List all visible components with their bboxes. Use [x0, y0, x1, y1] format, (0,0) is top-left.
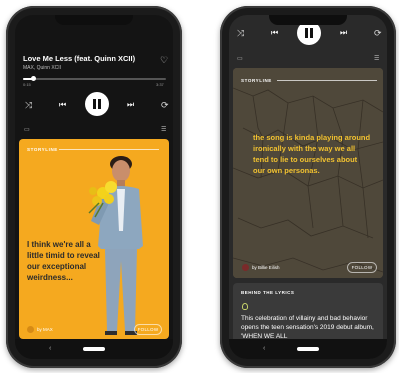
- track-artist: MAX, Quinn XCII: [23, 65, 62, 71]
- artist-avatar: [27, 326, 34, 333]
- repeat-icon[interactable]: ⟳: [374, 29, 382, 38]
- follow-button[interactable]: FOLLOW: [347, 262, 377, 273]
- progress-bar[interactable]: [23, 76, 166, 81]
- shuffle-icon[interactable]: ⤨: [237, 29, 244, 38]
- home-indicator[interactable]: [83, 347, 105, 351]
- next-icon[interactable]: ⏭: [127, 101, 134, 109]
- progress-handle[interactable]: [31, 76, 36, 81]
- behind-lyrics-label: BEHIND THE LYRICS: [241, 290, 295, 295]
- notch: [55, 15, 133, 25]
- previous-icon[interactable]: ⏮: [271, 29, 278, 37]
- pause-icon: [93, 99, 96, 109]
- nav-bar: ‹: [229, 339, 387, 359]
- time-total: 3:37: [156, 82, 164, 87]
- lightbulb-icon: [242, 303, 248, 310]
- phone-right: ⤨ ⏮ ⏭ ⟳ ▭ ☰ STORYLINE the song is kinda …: [220, 6, 396, 368]
- devices-icon[interactable]: ▭: [24, 127, 30, 133]
- phone-left: Love Me Less (feat. Quinn XCII) MAX, Qui…: [6, 6, 182, 368]
- storyline-by: by Billie Eilish: [252, 265, 280, 270]
- shuffle-icon[interactable]: ⤨: [25, 101, 32, 110]
- storyline-by: by MAX: [37, 327, 53, 332]
- behind-lyrics-card: BEHIND THE LYRICS This celebration of vi…: [233, 283, 383, 343]
- storyline-quote: the song is kinda playing around ironica…: [253, 133, 371, 175]
- back-arrow-icon[interactable]: ‹: [263, 345, 265, 352]
- heart-icon[interactable]: ♡: [160, 56, 168, 65]
- storyline-label: STORYLINE: [241, 78, 272, 83]
- screen-left: Love Me Less (feat. Quinn XCII) MAX, Qui…: [15, 15, 173, 359]
- repeat-icon[interactable]: ⟳: [161, 101, 169, 110]
- storyline-quote: I think we're all a little timid to reve…: [27, 240, 100, 282]
- storyline-label: STORYLINE: [27, 147, 58, 152]
- next-icon[interactable]: ⏭: [340, 29, 347, 37]
- queue-icon[interactable]: ☰: [161, 127, 166, 133]
- follow-button[interactable]: FOLLOW: [134, 324, 162, 335]
- pause-button[interactable]: [85, 92, 109, 116]
- previous-icon[interactable]: ⏮: [59, 101, 66, 109]
- storyline-card: STORYLINE I think we're all a little tim…: [19, 139, 169, 339]
- time-elapsed: 0:15: [23, 82, 31, 87]
- back-arrow-icon[interactable]: ‹: [49, 345, 51, 352]
- queue-icon[interactable]: ☰: [374, 56, 379, 62]
- notch: [269, 15, 347, 25]
- artist-avatar: [242, 264, 249, 271]
- storyline-progress: [59, 149, 159, 150]
- screen-right: ⤨ ⏮ ⏭ ⟳ ▭ ☰ STORYLINE the song is kinda …: [229, 15, 387, 359]
- home-indicator[interactable]: [297, 347, 319, 351]
- devices-icon[interactable]: ▭: [237, 56, 243, 62]
- pause-icon: [305, 28, 308, 38]
- storyline-card: STORYLINE the song is kinda playing arou…: [233, 68, 383, 278]
- track-title: Love Me Less (feat. Quinn XCII): [23, 54, 136, 63]
- storyline-progress: [277, 80, 377, 81]
- nav-bar: ‹: [15, 339, 173, 359]
- behind-lyrics-text: This celebration of villainy and bad beh…: [241, 315, 374, 340]
